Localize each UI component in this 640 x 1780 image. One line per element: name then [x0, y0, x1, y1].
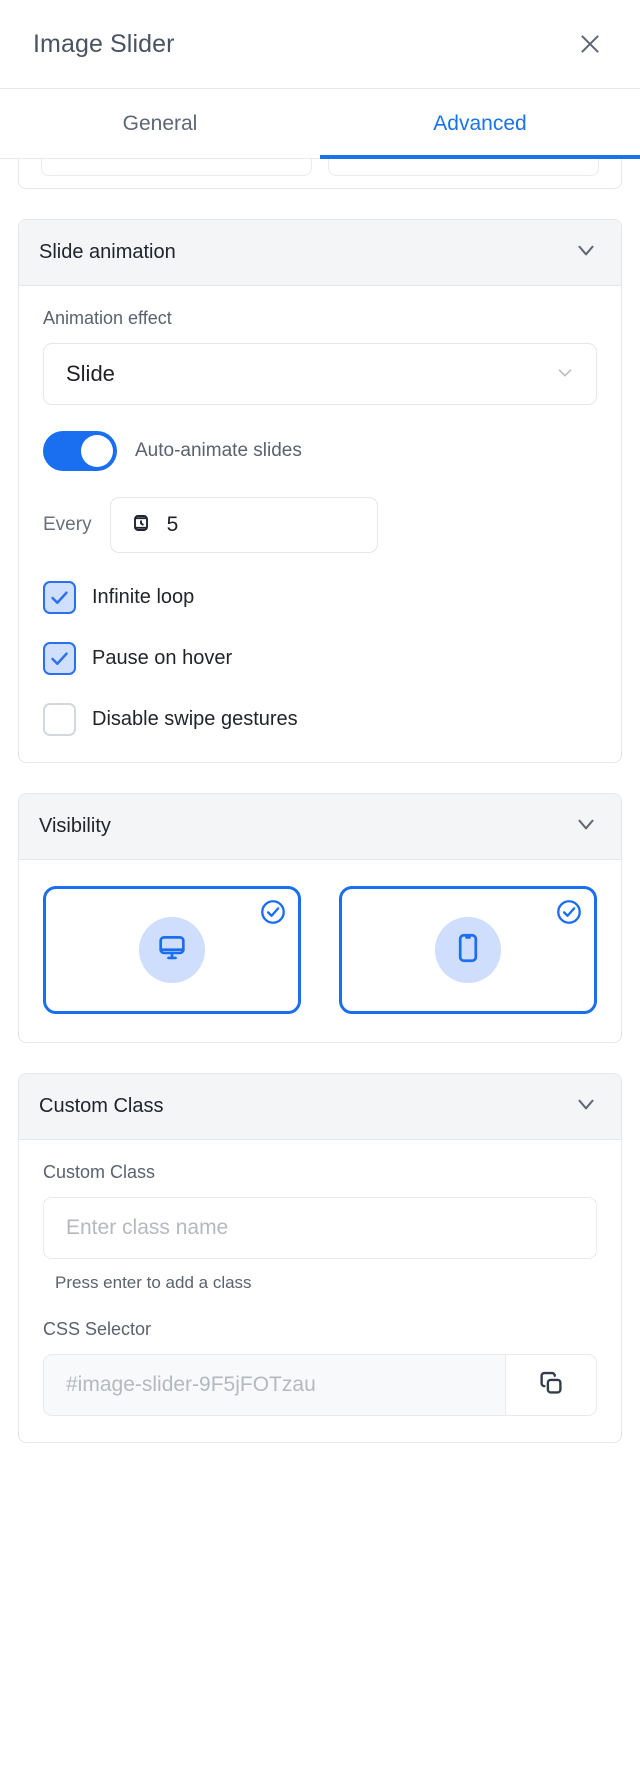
stopwatch-icon [129, 511, 153, 540]
close-icon [577, 31, 603, 57]
section-custom-class-header[interactable]: Custom Class [19, 1074, 621, 1140]
section-visibility: Visibility [18, 793, 622, 1043]
interval-value: 5 [166, 513, 179, 536]
device-visibility-grid [43, 882, 597, 1016]
section-slide-animation-body: Animation effect Slide Auto-animate slid… [19, 286, 621, 762]
checkbox-disable-swipe-gestures[interactable]: Disable swipe gestures [43, 703, 597, 736]
css-selector-label: CSS Selector [43, 1319, 152, 1339]
page-title: Image Slider [33, 29, 175, 58]
settings-scroll-area[interactable]: Slide animation Animation effect Slide A… [0, 159, 640, 1780]
device-option-desktop[interactable] [43, 886, 301, 1014]
checkbox-icon [43, 642, 76, 675]
selected-check-badge-icon [555, 898, 583, 926]
panel-header: Image Slider [0, 0, 640, 89]
tab-advanced[interactable]: Advanced [320, 89, 640, 159]
desktop-icon [155, 931, 189, 970]
clipped-field-left [41, 159, 312, 176]
chevron-down-icon [573, 237, 599, 268]
section-visibility-header[interactable]: Visibility [19, 794, 621, 860]
custom-class-field-label: Custom Class [43, 1162, 156, 1182]
section-custom-class-body: Custom Class Enter class name Press ente… [19, 1140, 621, 1442]
auto-animate-label: Auto-animate slides [135, 440, 302, 461]
checkbox-label: Pause on hover [92, 647, 233, 669]
section-slide-animation: Slide animation Animation effect Slide A… [18, 219, 622, 763]
image-slider-settings-panel: Image Slider General Advanced Slide anim… [0, 0, 640, 1780]
auto-animate-row: Auto-animate slides [43, 431, 597, 471]
checkbox-infinite-loop[interactable]: Infinite loop [43, 581, 597, 614]
tab-bar: General Advanced [0, 89, 640, 159]
animation-effect-value: Slide [66, 361, 115, 386]
mobile-icon [451, 931, 485, 970]
copy-selector-button[interactable] [505, 1354, 597, 1416]
device-icon-wrapper [435, 917, 501, 983]
previous-section-card-clipped [18, 159, 622, 189]
close-button[interactable] [570, 24, 610, 64]
chevron-down-icon [573, 811, 599, 842]
css-selector-row: #image-slider-9F5jFOTzau [43, 1354, 597, 1416]
section-slide-animation-title: Slide animation [39, 241, 176, 263]
section-visibility-title: Visibility [39, 815, 111, 837]
selected-check-badge-icon [259, 898, 287, 926]
chevron-down-icon [554, 361, 576, 388]
custom-class-hint: Press enter to add a class [55, 1273, 252, 1292]
device-icon-wrapper [139, 917, 205, 983]
animation-effect-label: Animation effect [43, 308, 172, 328]
custom-class-input[interactable]: Enter class name [43, 1197, 597, 1259]
interval-label: Every [43, 514, 92, 535]
checkbox-icon [43, 581, 76, 614]
tab-general[interactable]: General [0, 89, 320, 158]
auto-animate-toggle[interactable] [43, 431, 117, 471]
toggle-knob [81, 435, 113, 467]
clipped-field-right [328, 159, 599, 176]
animation-effect-select[interactable]: Slide [43, 343, 597, 405]
checkbox-pause-on-hover[interactable]: Pause on hover [43, 642, 597, 675]
chevron-down-icon [573, 1091, 599, 1122]
section-slide-animation-header[interactable]: Slide animation [19, 220, 621, 286]
section-custom-class: Custom Class Custom Class Enter class na… [18, 1073, 622, 1443]
css-selector-input[interactable]: #image-slider-9F5jFOTzau [43, 1354, 505, 1416]
section-visibility-body [19, 860, 621, 1042]
interval-row: Every 5 [43, 497, 597, 553]
interval-input[interactable]: 5 [109, 497, 378, 553]
checkbox-label: Infinite loop [92, 586, 195, 608]
section-custom-class-title: Custom Class [39, 1095, 164, 1117]
device-option-mobile[interactable] [339, 886, 597, 1014]
copy-icon [536, 1368, 566, 1403]
checkbox-icon [43, 703, 76, 736]
checkbox-label: Disable swipe gestures [92, 708, 298, 730]
